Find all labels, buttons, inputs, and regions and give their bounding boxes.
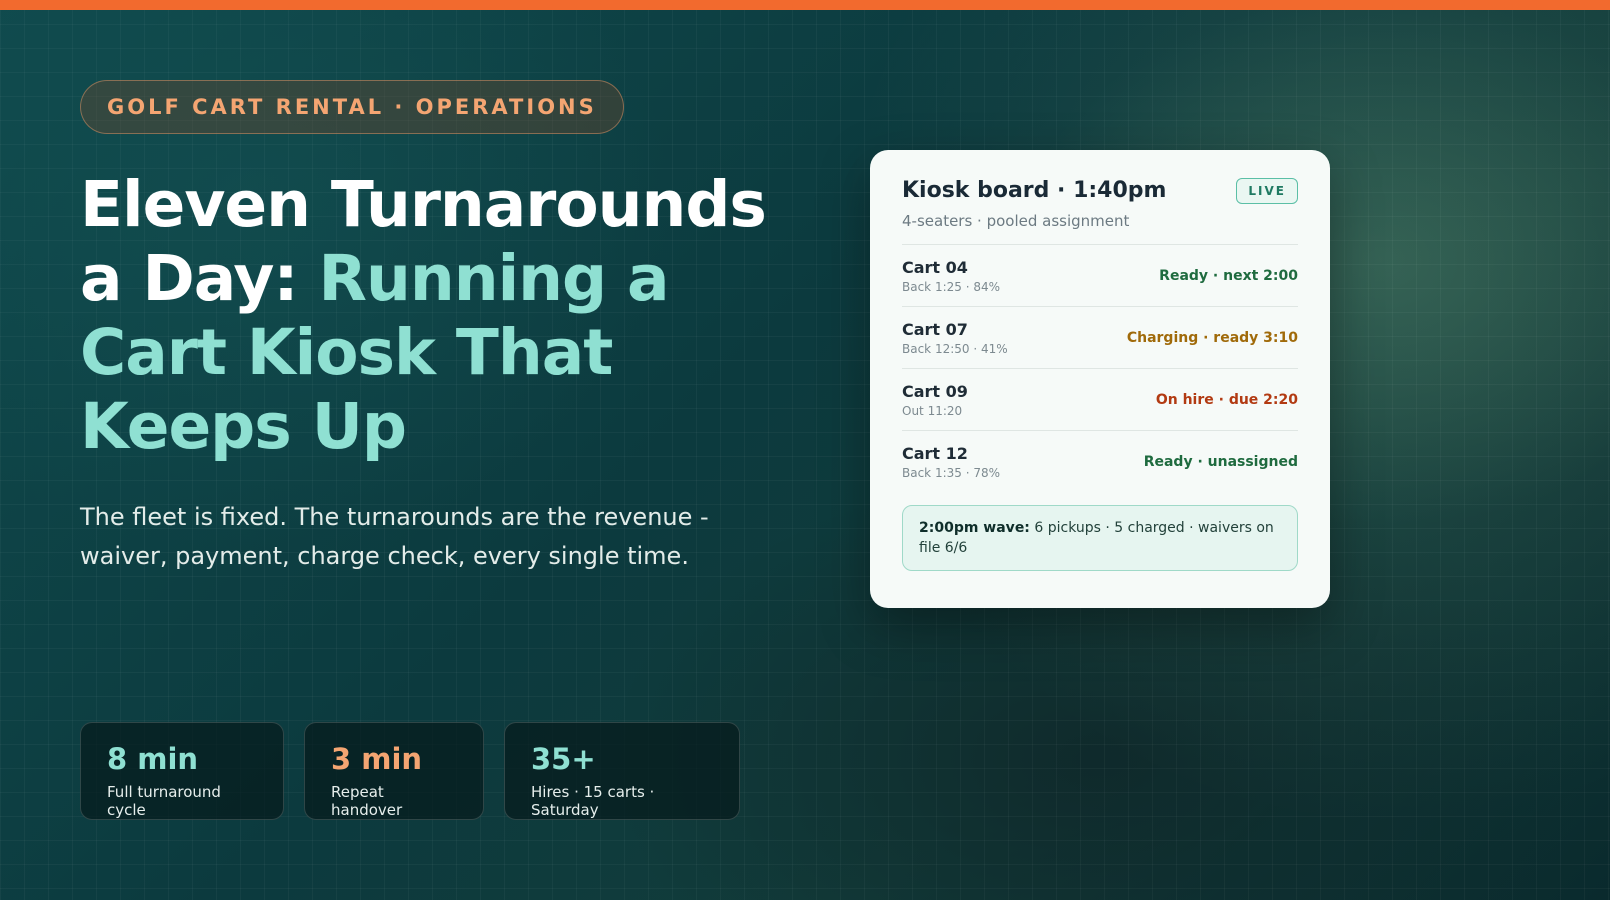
cart-meta: Out 11:20 bbox=[902, 403, 963, 418]
cart-status: Charging · ready 3:10 bbox=[1126, 329, 1298, 346]
cart-name: Cart 09 bbox=[902, 381, 968, 401]
stat-label: Full turnaround cycle bbox=[107, 783, 221, 819]
cart-name: Cart 12 bbox=[902, 444, 968, 463]
cart-status: Ready · next 2:00 bbox=[1159, 267, 1298, 284]
stat-card-handover: 3 min Repeat handover bbox=[304, 722, 484, 820]
cart-row[interactable]: Cart 09 Out 11:20 On hire · due 2:20 bbox=[902, 369, 1298, 431]
eyebrow-pill: GOLF CART RENTAL · OPERATIONS bbox=[80, 80, 624, 134]
cart-name: Cart 07 bbox=[902, 319, 968, 339]
stat-card-turnaround: 8 min Full turnaround cycle bbox=[80, 722, 284, 820]
stat-label: Hires · 15 carts · Saturday bbox=[531, 783, 655, 819]
stat-label: Repeat handover bbox=[331, 783, 403, 819]
wave-summary: 2:00pm wave: 6 pickups · 5 charged · wai… bbox=[902, 505, 1298, 571]
live-badge: LIVE bbox=[1236, 178, 1298, 204]
kiosk-board-card: Kiosk board · 1:40pm 4-seaters · pooled … bbox=[870, 150, 1330, 608]
cart-name: Cart 04 bbox=[902, 257, 968, 277]
stat-card-hires: 35+ Hires · 15 carts · Saturday bbox=[504, 722, 740, 820]
stat-value: 8 min bbox=[107, 742, 199, 776]
cart-row[interactable]: Cart 04 Back 1:25 · 84% Ready · next 2:00 bbox=[902, 245, 1298, 307]
cart-status: Ready · unassigned bbox=[1143, 454, 1298, 470]
cart-meta: Back 12:50 · 41% bbox=[902, 341, 1008, 356]
wave-label: 2:00pm wave: bbox=[919, 520, 1030, 536]
subtitle: The fleet is fixed. The turnarounds are … bbox=[80, 503, 709, 570]
stat-value: 35+ bbox=[531, 742, 596, 776]
cart-meta: Back 1:35 · 78% bbox=[902, 466, 1001, 480]
cart-meta: Back 1:25 · 84% bbox=[902, 279, 1001, 294]
cart-row[interactable]: Cart 12 Back 1:35 · 78% Ready · unassigne… bbox=[902, 431, 1298, 493]
kiosk-header: Kiosk board · 1:40pm 4-seaters · pooled … bbox=[902, 176, 1298, 230]
page-title: Eleven Turnarounds a Day: Running a Cart… bbox=[80, 168, 800, 464]
cart-status: On hire · due 2:20 bbox=[1155, 391, 1298, 408]
stat-value: 3 min bbox=[331, 742, 423, 776]
cart-row[interactable]: Cart 07 Back 12:50 · 41% Charging · ready… bbox=[902, 307, 1298, 369]
stats-row: 8 min Full turnaround cycle 3 min Repeat… bbox=[80, 722, 740, 820]
cart-list: Cart 04 Back 1:25 · 84% Ready · next 2:00… bbox=[902, 244, 1298, 493]
kiosk-title: Kiosk board · 1:40pm bbox=[902, 178, 1167, 203]
kiosk-subtitle: 4-seaters · pooled assignment bbox=[902, 212, 1130, 230]
top-accent-bar bbox=[0, 0, 1610, 10]
